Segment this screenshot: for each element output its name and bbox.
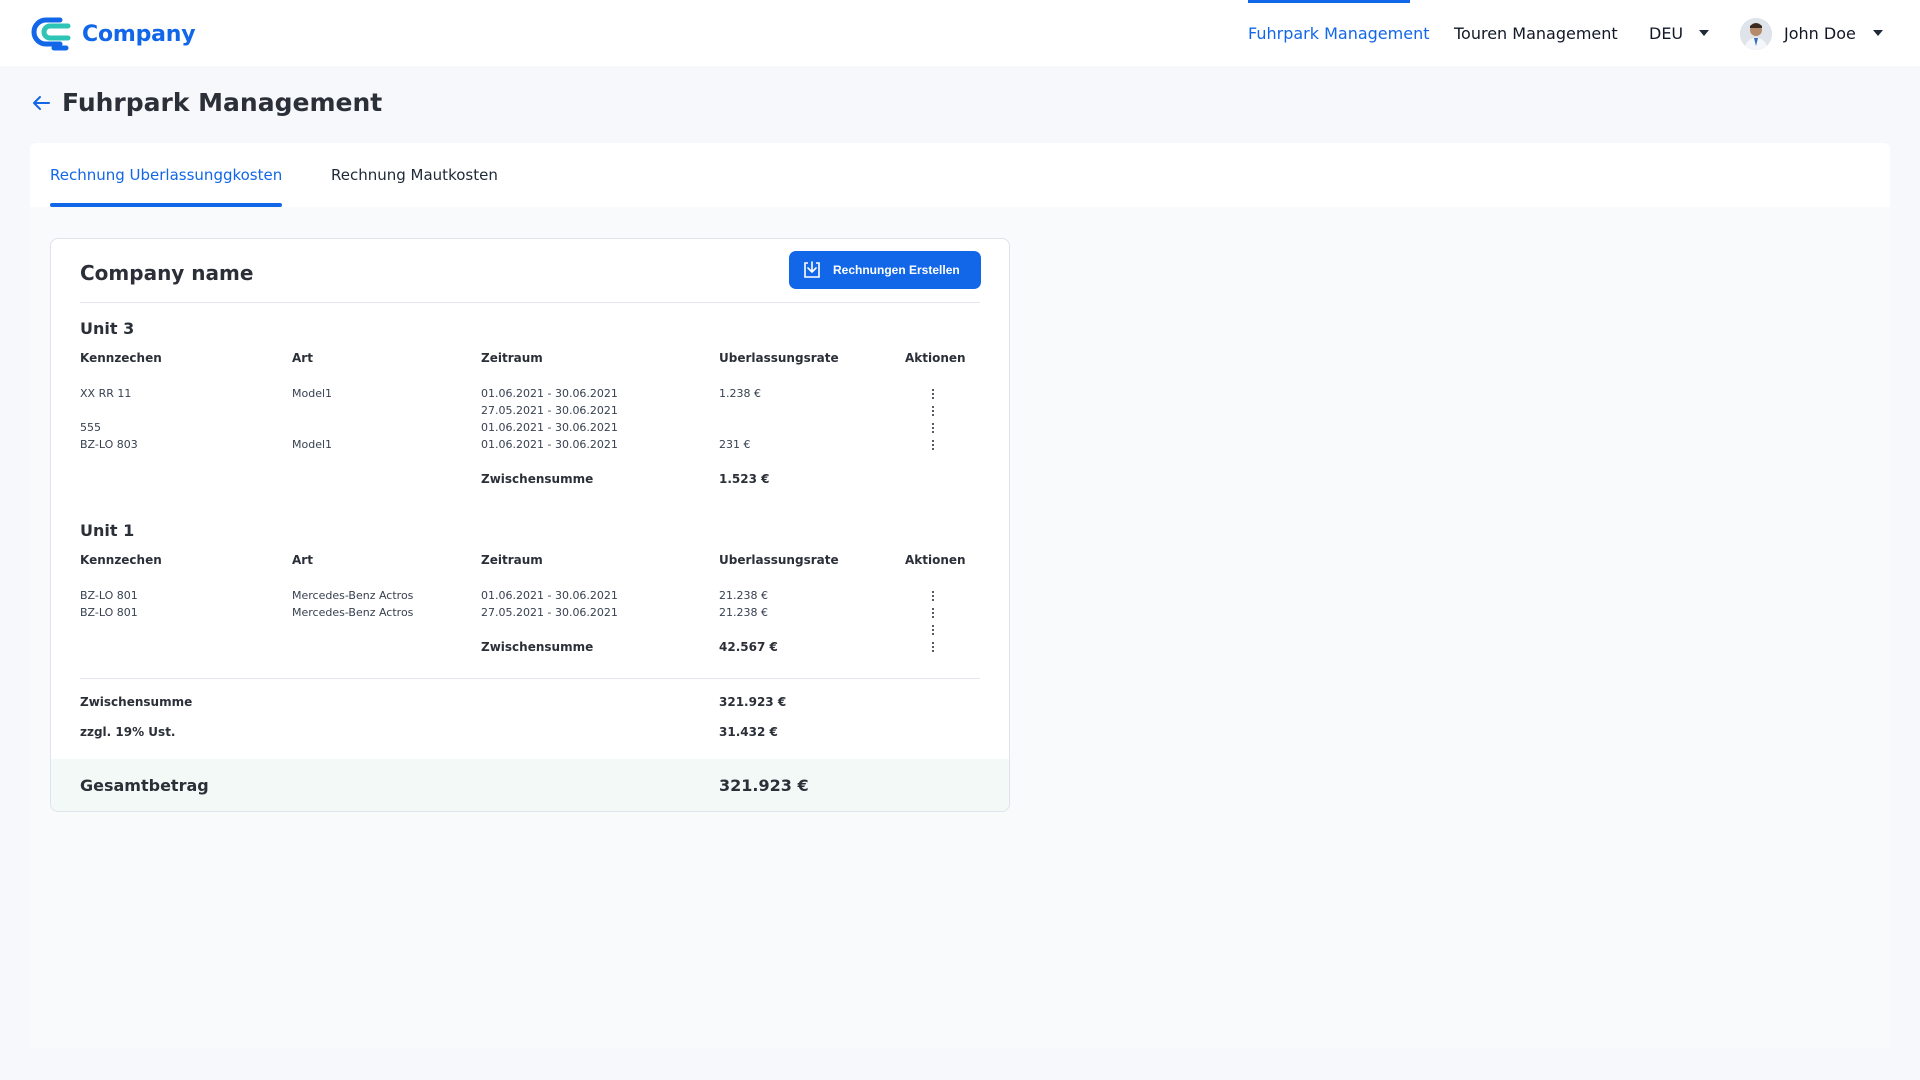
total-amount-value: 321.923 € bbox=[719, 776, 809, 795]
cell-zeitraum: 01.06.2021 - 30.06.2021 bbox=[481, 589, 618, 602]
summary-vat-value: 31.432 € bbox=[719, 725, 778, 739]
row-actions-more-icon[interactable] bbox=[928, 591, 938, 603]
unit-subtotal-label: Zwischensumme bbox=[481, 640, 594, 654]
column-header-uberlassungsrate: Uberlassungsrate bbox=[719, 553, 839, 567]
row-actions-more-icon[interactable] bbox=[928, 625, 938, 637]
row-actions-more-icon[interactable] bbox=[928, 406, 938, 418]
cell-kennzeichen: BZ-LO 803 bbox=[80, 438, 138, 451]
avatar-icon bbox=[1740, 18, 1772, 50]
unit-subtotal-value: 42.567 € bbox=[719, 640, 778, 654]
cell-art: Model1 bbox=[292, 438, 333, 451]
language-selector[interactable]: DEU bbox=[1649, 0, 1683, 66]
cell-art: Mercedes-Benz Actros bbox=[292, 606, 414, 619]
column-header-art: Art bbox=[292, 553, 313, 567]
user-menu-chevron-down-icon[interactable] bbox=[1873, 30, 1883, 36]
company-name-title: Company name bbox=[80, 261, 254, 285]
cell-kennzeichen: BZ-LO 801 bbox=[80, 606, 138, 619]
top-navigation-bar: Company Fuhrpark Management Touren Manag… bbox=[0, 0, 1920, 66]
language-chevron-down-icon[interactable] bbox=[1699, 30, 1709, 36]
column-header-aktionen: Aktionen bbox=[905, 553, 966, 567]
cell-zeitraum: 01.06.2021 - 30.06.2021 bbox=[481, 421, 618, 434]
unit-title: Unit 3 bbox=[80, 319, 135, 338]
nav-fuhrpark-management[interactable]: Fuhrpark Management bbox=[1248, 0, 1429, 66]
tab-rechnung-mautkosten[interactable]: Rechnung Mautkosten bbox=[331, 143, 498, 207]
cell-rate: 1.238 € bbox=[719, 387, 761, 400]
column-header-aktionen: Aktionen bbox=[905, 351, 966, 365]
page-title: Fuhrpark Management bbox=[62, 88, 383, 117]
column-header-kennzeichen: Kennzechen bbox=[80, 351, 162, 365]
column-header-kennzeichen: Kennzechen bbox=[80, 553, 162, 567]
row-actions-more-icon[interactable] bbox=[928, 642, 938, 654]
unit-title: Unit 1 bbox=[80, 521, 135, 540]
column-header-art: Art bbox=[292, 351, 313, 365]
column-header-zeitraum: Zeitraum bbox=[481, 553, 543, 567]
create-invoices-button[interactable]: Rechnungen Erstellen bbox=[789, 251, 981, 289]
cell-rate: 21.238 € bbox=[719, 606, 768, 619]
summary-divider bbox=[80, 678, 980, 679]
column-header-uberlassungsrate: Uberlassungsrate bbox=[719, 351, 839, 365]
download-icon bbox=[804, 261, 820, 278]
invoice-card: Company name Rechnungen Erstellen Unit 3… bbox=[50, 238, 1010, 812]
summary-vat-label: zzgl. 19% Ust. bbox=[80, 725, 176, 739]
cell-zeitraum: 27.05.2021 - 30.06.2021 bbox=[481, 606, 618, 619]
nav-touren-management[interactable]: Touren Management bbox=[1454, 0, 1618, 66]
invoice-tabs: Rechnung Uberlassunggkosten Rechnung Mau… bbox=[30, 143, 1890, 207]
cell-kennzeichen: XX RR 11 bbox=[80, 387, 132, 400]
header-divider bbox=[80, 302, 980, 303]
cell-art: Model1 bbox=[292, 387, 333, 400]
total-amount-label: Gesamtbetrag bbox=[80, 776, 209, 795]
summary-subtotal-value: 321.923 € bbox=[719, 695, 787, 709]
total-amount-bar: Gesamtbetrag 321.923 € bbox=[51, 759, 1009, 811]
company-logo-text: Company bbox=[82, 21, 196, 47]
tab-rechnung-uberlassungskosten[interactable]: Rechnung Uberlassunggkosten bbox=[50, 143, 283, 207]
user-avatar[interactable] bbox=[1740, 18, 1772, 50]
summary-subtotal-label: Zwischensumme bbox=[80, 695, 193, 709]
row-actions-more-icon[interactable] bbox=[928, 389, 938, 401]
user-name[interactable]: John Doe bbox=[1784, 0, 1856, 66]
unit-subtotal-value: 1.523 € bbox=[719, 472, 770, 486]
cell-kennzeichen: BZ-LO 801 bbox=[80, 589, 138, 602]
cell-rate: 21.238 € bbox=[719, 589, 768, 602]
cell-kennzeichen: 555 bbox=[80, 421, 101, 434]
company-logo[interactable]: Company bbox=[30, 14, 196, 54]
row-actions-more-icon[interactable] bbox=[928, 608, 938, 620]
row-actions-more-icon[interactable] bbox=[928, 423, 938, 435]
company-logo-icon bbox=[31, 17, 71, 51]
cell-zeitraum: 01.06.2021 - 30.06.2021 bbox=[481, 387, 618, 400]
create-invoices-label: Rechnungen Erstellen bbox=[833, 263, 960, 277]
row-actions-more-icon[interactable] bbox=[928, 440, 938, 452]
back-arrow-icon[interactable] bbox=[30, 92, 52, 114]
cell-zeitraum: 27.05.2021 - 30.06.2021 bbox=[481, 404, 618, 417]
cell-rate: 231 € bbox=[719, 438, 751, 451]
cell-zeitraum: 01.06.2021 - 30.06.2021 bbox=[481, 438, 618, 451]
cell-art: Mercedes-Benz Actros bbox=[292, 589, 414, 602]
unit-subtotal-label: Zwischensumme bbox=[481, 472, 594, 486]
column-header-zeitraum: Zeitraum bbox=[481, 351, 543, 365]
